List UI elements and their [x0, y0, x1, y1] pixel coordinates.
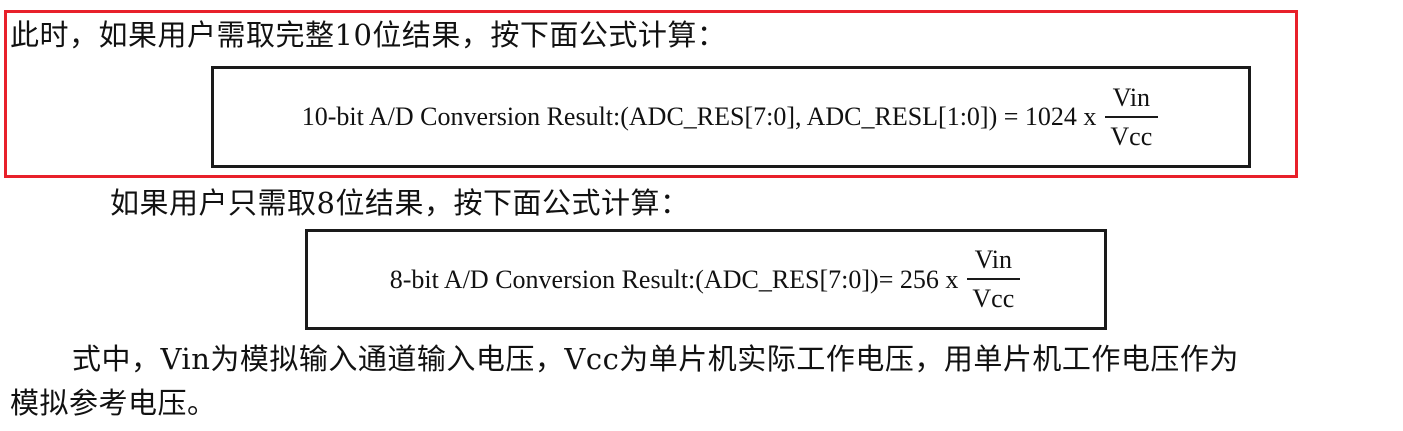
formula-10bit: 10-bit A/D Conversion Result:(ADC_RES[7:…: [302, 83, 1161, 152]
formula-10bit-expression: 10-bit A/D Conversion Result:(ADC_RES[7:…: [301, 102, 1097, 131]
formula-8bit: 8-bit A/D Conversion Result:(ADC_RES[7:0…: [390, 245, 1022, 314]
formula-10bit-numerator: Vin: [1104, 83, 1159, 118]
formula-8bit-expression: 8-bit A/D Conversion Result:(ADC_RES[7:0…: [389, 264, 959, 294]
paragraph-10bit-intro: 此时，如果用户需取完整10位结果，按下面公式计算：: [10, 18, 727, 52]
formula-8bit-numerator: Vin: [966, 245, 1021, 280]
formula-8bit-denominator: Vcc: [972, 284, 1015, 313]
formula-8bit-fraction: Vin Vcc: [964, 245, 1022, 314]
paragraph-explanation-line2: 模拟参考电压。: [10, 386, 217, 420]
formula-10bit-box: 10-bit A/D Conversion Result:(ADC_RES[7:…: [211, 66, 1251, 168]
formula-10bit-fraction: Vin Vcc: [1102, 83, 1160, 152]
paragraph-8bit-intro: 如果用户只需取8位结果，按下面公式计算：: [110, 186, 690, 220]
formula-10bit-denominator: Vcc: [1110, 121, 1153, 151]
paragraph-explanation-line1: 式中，Vin为模拟输入通道输入电压，Vcc为单片机实际工作电压，用单片机工作电压…: [72, 342, 1239, 376]
formula-8bit-box: 8-bit A/D Conversion Result:(ADC_RES[7:0…: [305, 229, 1107, 330]
